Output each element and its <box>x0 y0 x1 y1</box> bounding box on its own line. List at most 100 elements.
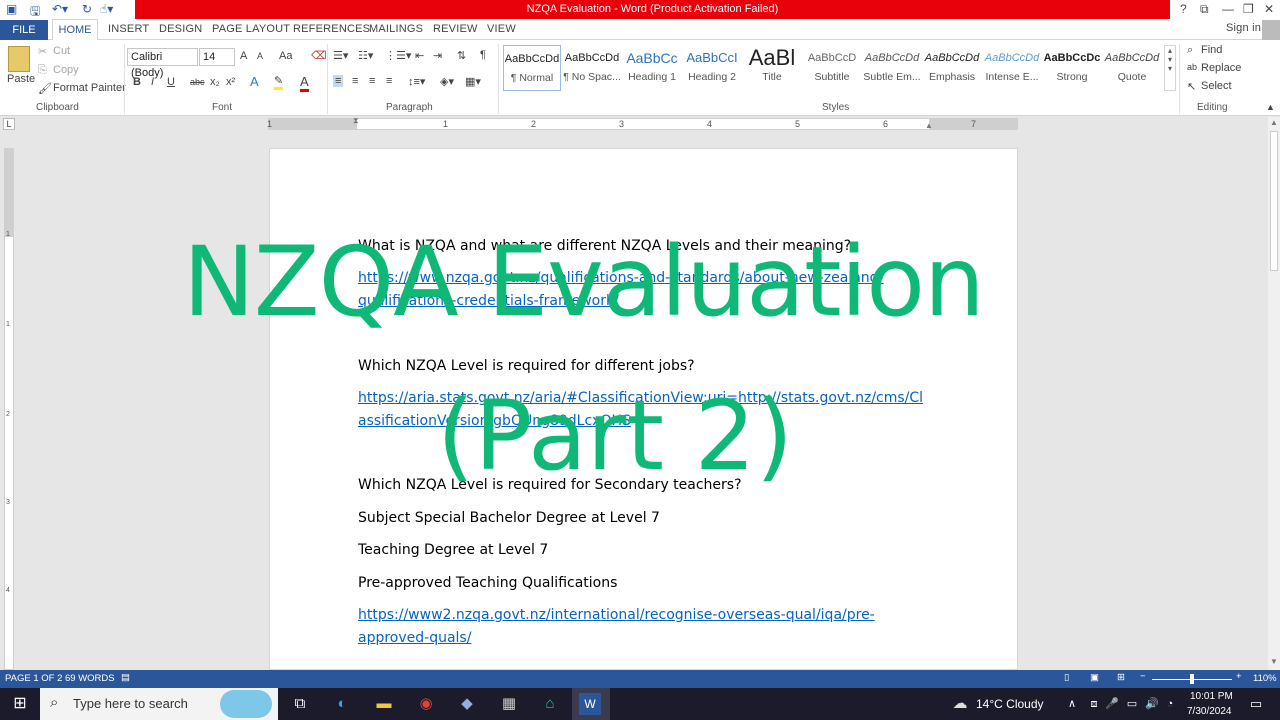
clock-time[interactable]: 10:01 PM <box>1190 691 1233 702</box>
bullets-icon[interactable]: ☰▾ <box>333 49 348 62</box>
zoom-slider-thumb[interactable] <box>1190 674 1194 684</box>
find-button[interactable]: Find <box>1201 44 1222 56</box>
style-subtitle[interactable]: AaBbCcD Subtitle <box>803 45 861 91</box>
vertical-scrollbar[interactable]: ▲ ▼ <box>1268 117 1280 670</box>
strikethrough-button[interactable]: abc <box>190 77 205 87</box>
highlight-icon[interactable]: ✎ <box>274 74 284 90</box>
underline-button[interactable]: U <box>167 76 175 88</box>
undo-icon[interactable]: ↶▾ <box>52 2 68 16</box>
tab-home[interactable]: HOME <box>52 19 98 41</box>
weather-text[interactable]: 14°C Cloudy <box>976 697 1044 711</box>
word-count[interactable]: 69 WORDS <box>65 673 115 684</box>
weather-icon[interactable]: ☁ <box>948 692 972 716</box>
increase-indent-icon[interactable]: ⇥ <box>433 49 442 62</box>
app-icon[interactable]: ◆ <box>455 692 479 716</box>
copy-button[interactable]: Copy <box>53 64 79 76</box>
style-heading-1[interactable]: AaBbCc Heading 1 <box>623 45 681 91</box>
notification-icon[interactable]: ▭ <box>1244 692 1268 716</box>
shrink-font-button[interactable]: A <box>257 51 263 61</box>
align-left-icon[interactable]: ≡ <box>333 75 344 87</box>
zoom-in-icon[interactable]: + <box>1236 671 1242 682</box>
tab-view[interactable]: VIEW <box>487 23 516 35</box>
italic-button[interactable]: I <box>151 76 154 88</box>
indent-marker-icon[interactable]: ⧗ <box>353 116 359 126</box>
taskbar-search[interactable]: ⌕ Type here to search <box>40 688 278 720</box>
edge-icon[interactable]: ◐ <box>330 692 354 716</box>
tab-file[interactable]: FILE <box>0 20 48 40</box>
close-button[interactable]: ✕ <box>1264 2 1274 16</box>
paste-icon[interactable] <box>8 46 30 72</box>
tab-page-layout[interactable]: PAGE LAYOUT <box>212 23 290 35</box>
doc-link-3b[interactable]: approved-quals/ <box>358 630 471 646</box>
zoom-level[interactable]: 110% <box>1253 673 1277 684</box>
replace-icon[interactable]: ab <box>1187 62 1197 72</box>
scroll-up-icon[interactable]: ▲ <box>1270 118 1278 127</box>
file-explorer-icon[interactable]: ▬ <box>372 692 396 716</box>
tab-selector-icon[interactable]: L <box>3 118 15 130</box>
tab-review[interactable]: REVIEW <box>433 23 478 35</box>
task-view-icon[interactable]: ⧉ <box>288 692 312 716</box>
style-strong[interactable]: AaBbCcDc Strong <box>1043 45 1101 91</box>
zoom-out-icon[interactable]: − <box>1140 671 1146 682</box>
bold-button[interactable]: B <box>133 76 141 88</box>
avatar[interactable] <box>1262 20 1280 40</box>
borders-icon[interactable]: ▦▾ <box>465 75 481 88</box>
minimize-button[interactable]: — <box>1222 2 1234 16</box>
align-right-icon[interactable]: ≡ <box>369 75 375 87</box>
web-layout-icon[interactable]: ⊞ <box>1117 672 1125 683</box>
font-name-select[interactable]: Calibri (Body) <box>127 48 198 79</box>
style-subtle-emphasis[interactable]: AaBbCcDd Subtle Em... <box>863 45 921 91</box>
text-effects-icon[interactable]: A <box>250 74 259 89</box>
font-size-select[interactable]: 14 <box>199 48 235 66</box>
vertical-ruler[interactable]: 1 1 2 3 4 <box>4 148 14 670</box>
doc-link-3a[interactable]: https://www2.nzqa.govt.nz/international/… <box>358 607 875 623</box>
grow-font-button[interactable]: A <box>240 50 247 62</box>
cut-icon[interactable]: ✂ <box>38 45 47 58</box>
line-spacing-icon[interactable]: ↕≡▾ <box>408 75 425 88</box>
style-emphasis[interactable]: AaBbCcDd Emphasis <box>923 45 981 91</box>
style-quote[interactable]: AaBbCcDd Quote <box>1103 45 1161 91</box>
change-case-button[interactable]: Aa <box>279 50 292 62</box>
tab-mailings[interactable]: MAILINGS <box>369 23 423 35</box>
read-mode-icon[interactable]: ▯ <box>1064 672 1069 683</box>
print-layout-icon[interactable]: ▣ <box>1090 672 1099 683</box>
chrome-icon[interactable]: ◉ <box>414 692 438 716</box>
tray-chevron-icon[interactable]: ∧ <box>1060 692 1084 716</box>
network-icon[interactable]: ◔ <box>1158 692 1182 716</box>
collapse-ribbon-icon[interactable]: ▲ <box>1266 102 1275 112</box>
word-taskbar-button[interactable]: W <box>572 688 610 720</box>
style-normal[interactable]: AaBbCcDd ¶ Normal <box>503 45 561 91</box>
style-intense-emphasis[interactable]: AaBbCcDd Intense E... <box>983 45 1041 91</box>
clear-format-icon[interactable]: ⌫ <box>311 49 327 62</box>
select-icon[interactable]: ↖ <box>1187 80 1196 93</box>
superscript-button[interactable]: x² <box>226 76 235 88</box>
copy-icon[interactable]: ⎘ <box>38 64 47 77</box>
tab-design[interactable]: DESIGN <box>159 23 202 35</box>
font-color-icon[interactable]: A <box>300 74 309 92</box>
decrease-indent-icon[interactable]: ⇤ <box>415 49 424 62</box>
touch-mode-icon[interactable]: ☝▾ <box>100 2 113 16</box>
page-count[interactable]: PAGE 1 OF 2 <box>5 673 62 684</box>
right-indent-marker-icon[interactable]: ▲ <box>925 121 933 130</box>
sort-icon[interactable]: ⇅ <box>457 49 466 62</box>
justify-icon[interactable]: ≡ <box>386 75 392 87</box>
windows-start-icon[interactable]: ⊞ <box>8 692 32 716</box>
format-painter-icon[interactable]: 🖌 <box>38 82 52 95</box>
style-no-spacing[interactable]: AaBbCcDd ¶ No Spac... <box>563 45 621 91</box>
tab-references[interactable]: REFERENCES <box>293 23 370 35</box>
style-heading-2[interactable]: AaBbCcI Heading 2 <box>683 45 741 91</box>
sign-in-link[interactable]: Sign in <box>1226 22 1261 34</box>
sheets-app-icon[interactable]: ⌂ <box>538 692 562 716</box>
proofing-icon[interactable]: ▤ <box>121 672 130 683</box>
multilevel-list-icon[interactable]: ⋮☰▾ <box>385 49 411 62</box>
tab-insert[interactable]: INSERT <box>108 23 149 35</box>
format-painter-button[interactable]: Format Painter <box>53 82 126 94</box>
scroll-thumb[interactable] <box>1270 131 1278 271</box>
paste-button[interactable]: Paste <box>7 73 35 85</box>
select-button[interactable]: Select <box>1201 80 1232 92</box>
subscript-button[interactable]: x₂ <box>210 76 220 88</box>
numbering-icon[interactable]: ☷▾ <box>358 49 373 62</box>
help-button[interactable]: ? <box>1180 2 1187 16</box>
ribbon-display-icon[interactable]: ⧉ <box>1200 2 1209 17</box>
find-icon[interactable]: ⌕ <box>1187 44 1193 57</box>
